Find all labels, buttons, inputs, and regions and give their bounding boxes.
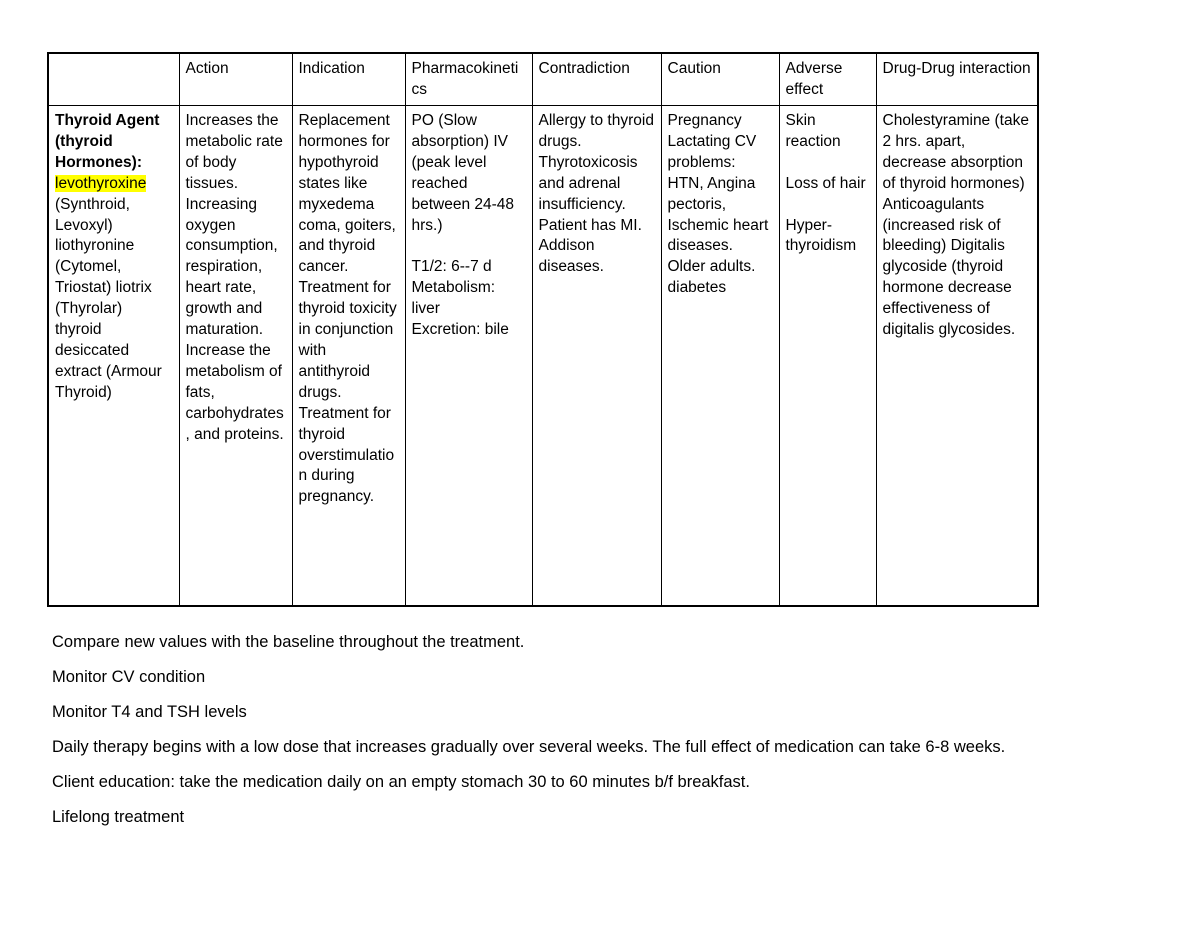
table-header-label-drug-drug-interaction: Drug-Drug interaction — [882, 60, 1031, 77]
notes-list: Compare new values with the baseline thr… — [52, 632, 1162, 842]
table-cell-drug-name: Thyroid Agent (thyroid Hormones): levothy… — [47, 105, 180, 607]
note-line: Lifelong treatment — [52, 808, 185, 826]
drug-name-list: (Synthroid, Levoxyl) liothyronine (Cytom… — [55, 195, 166, 401]
table-header-cell-indication: Indication — [291, 52, 406, 106]
table-cell-pharmacokinetics: PO (Slow absorption) IV (peak level reac… — [404, 105, 533, 607]
table-header-cell-pharmacokinetics: Pharmacokinetics — [404, 52, 533, 106]
table-header-cell-drug-drug-interaction: Drug-Drug interaction — [875, 52, 1039, 106]
table-header-label-action: Action — [185, 60, 229, 77]
adverse-effect-text: Skin reaction Loss of hair Hyper-thyroid… — [785, 112, 866, 255]
table-header-label-indication: Indication — [298, 60, 365, 77]
caution-text: Pregnancy Lactating CV problems: HTN, An… — [667, 112, 773, 297]
table-cell-drug-drug-interaction: Cholestyramine (take 2 hrs. apart, decre… — [875, 105, 1039, 607]
highlighted-drug-name: levothyroxine — [55, 174, 147, 192]
table-header-label-contradiction: Contradiction — [538, 60, 630, 77]
table-cell-adverse-effect: Skin reaction Loss of hair Hyper-thyroid… — [778, 105, 877, 607]
note-line: Compare new values with the baseline thr… — [52, 633, 525, 651]
note-line: Monitor T4 and TSH levels — [52, 703, 247, 721]
table-cell-caution: Pregnancy Lactating CV problems: HTN, An… — [660, 105, 780, 607]
contradiction-text: Allergy to thyroid drugs. Thyrotoxicosis… — [538, 112, 654, 276]
pharmacokinetics-text: PO (Slow absorption) IV (peak level reac… — [411, 112, 515, 339]
table-header-cell-caution: Caution — [660, 52, 780, 106]
note-line: Client education: take the medication da… — [52, 773, 750, 791]
indication-text: Replacement hormones for hypothyroid sta… — [298, 112, 402, 506]
note-line: Monitor CV condition — [52, 668, 206, 686]
table-header-row: Action Indication Pharmacokinetics Contr… — [47, 52, 1039, 106]
table-cell-action: Increases the metabolic rate of body tis… — [178, 105, 293, 607]
note-line: Daily therapy begins with a low dose tha… — [52, 738, 1006, 756]
table-header-cell-blank — [47, 52, 180, 106]
drug-table-container: Action Indication Pharmacokinetics Contr… — [47, 52, 1039, 607]
drug-agent-title: Thyroid Agent (thyroid Hormones): — [55, 112, 164, 171]
action-text: Increases the metabolic rate of body tis… — [185, 112, 288, 443]
drug-drug-interaction-text: Cholestyramine (take 2 hrs. apart, decre… — [882, 112, 1034, 339]
table-header-cell-adverse-effect: Adverse effect — [778, 52, 877, 106]
table-header-label-adverse-effect: Adverse effect — [785, 60, 847, 98]
table-header-label-caution: Caution — [667, 60, 721, 77]
table-cell-contradiction: Allergy to thyroid drugs. Thyrotoxicosis… — [531, 105, 662, 607]
drug-table: Action Indication Pharmacokinetics Contr… — [47, 52, 1039, 607]
table-row: Thyroid Agent (thyroid Hormones): levothy… — [47, 105, 1039, 607]
document-page: Action Indication Pharmacokinetics Contr… — [0, 0, 1200, 927]
table-header-cell-contradiction: Contradiction — [531, 52, 662, 106]
table-cell-indication: Replacement hormones for hypothyroid sta… — [291, 105, 406, 607]
table-header-cell-action: Action — [178, 52, 293, 106]
table-header-label-pharmacokinetics: Pharmacokinetics — [411, 60, 519, 98]
